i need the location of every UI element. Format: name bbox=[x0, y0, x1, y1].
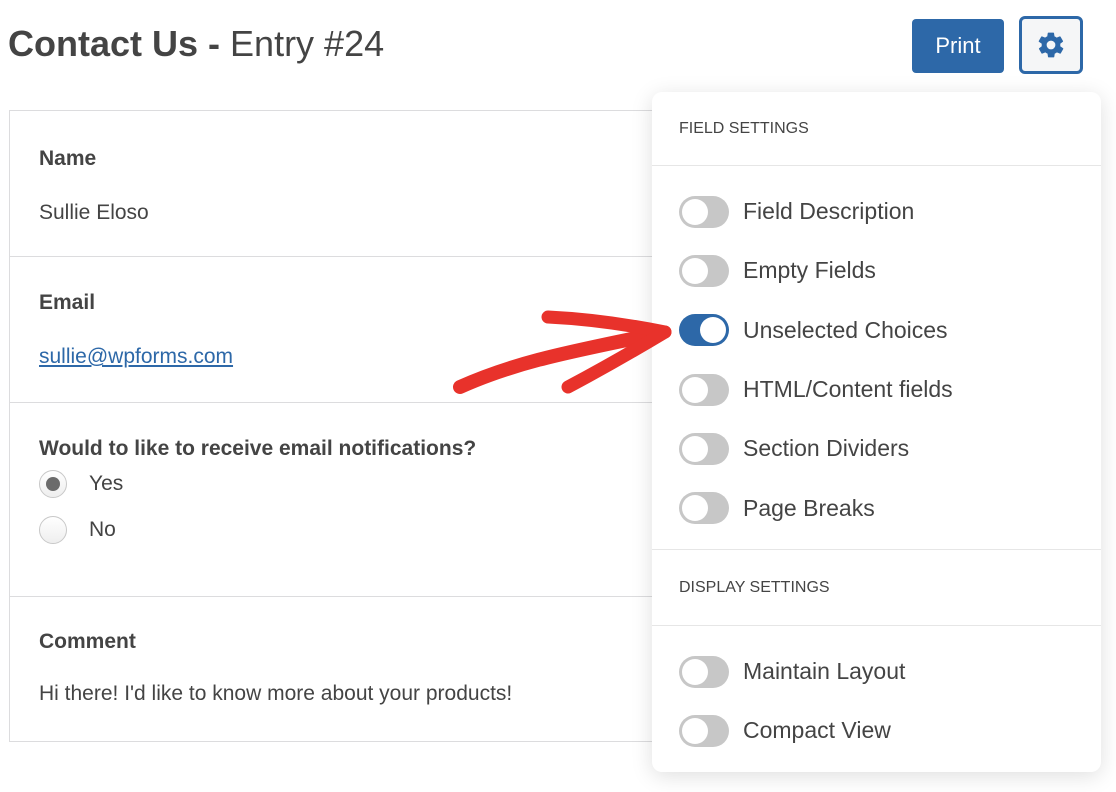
toggle-row-html-content-fields[interactable]: HTML/Content fields bbox=[652, 360, 1101, 419]
toggle-row-unselected-choices[interactable]: Unselected Choices bbox=[652, 301, 1101, 360]
field-settings-heading: FIELD SETTINGS bbox=[652, 92, 1101, 166]
toggle-switch[interactable] bbox=[679, 254, 729, 287]
page-title: Contact Us - Entry #24 bbox=[8, 22, 384, 66]
toggle-switch[interactable] bbox=[679, 432, 729, 465]
toggle-label: Compact View bbox=[743, 717, 891, 744]
display-settings-list: Maintain Layout Compact View bbox=[652, 626, 1101, 761]
toggle-switch[interactable] bbox=[679, 373, 729, 406]
field-email: Email sullie@wpforms.com bbox=[10, 257, 708, 403]
choice-label: Yes bbox=[89, 472, 124, 495]
field-name: Name Sullie Eloso bbox=[10, 111, 708, 257]
toggle-row-maintain-layout[interactable]: Maintain Layout bbox=[652, 642, 1101, 701]
field-value: Sullie Eloso bbox=[39, 201, 149, 224]
toggle-label: Field Description bbox=[743, 198, 915, 225]
toggle-switch[interactable] bbox=[679, 714, 729, 747]
field-comment: Comment Hi there! I'd like to know more … bbox=[10, 597, 708, 741]
toggle-label: Page Breaks bbox=[743, 494, 875, 521]
toggle-label: Maintain Layout bbox=[743, 658, 906, 685]
toggle-label: Empty Fields bbox=[743, 257, 876, 284]
toggle-row-page-breaks[interactable]: Page Breaks bbox=[652, 478, 1101, 537]
radio-unselected bbox=[39, 516, 67, 544]
title-separator: - bbox=[198, 23, 231, 64]
toggle-row-section-dividers[interactable]: Section Dividers bbox=[652, 419, 1101, 478]
choice-no: No bbox=[39, 507, 708, 553]
form-name: Contact Us bbox=[8, 23, 199, 64]
toggle-switch[interactable] bbox=[679, 314, 729, 347]
entry-label: Entry #24 bbox=[230, 23, 385, 64]
field-label: Email bbox=[39, 291, 96, 314]
toggle-switch[interactable] bbox=[679, 195, 729, 228]
choice-yes: Yes bbox=[39, 461, 708, 507]
print-button[interactable]: Print bbox=[912, 19, 1004, 73]
toggle-row-compact-view[interactable]: Compact View bbox=[652, 701, 1101, 760]
field-label: Comment bbox=[39, 630, 136, 653]
gear-icon bbox=[1038, 32, 1064, 58]
entry-card: Name Sullie Eloso Email sullie@wpforms.c… bbox=[9, 110, 709, 742]
toggle-switch[interactable] bbox=[679, 655, 729, 688]
radio-selected bbox=[39, 470, 67, 498]
field-email-notifications: Would to like to receive email notificat… bbox=[10, 403, 708, 597]
field-label: Name bbox=[39, 147, 97, 170]
field-label: Would to like to receive email notificat… bbox=[39, 437, 477, 460]
toggle-label: Unselected Choices bbox=[743, 316, 948, 343]
field-settings-list: Field Description Empty Fields Unselecte… bbox=[652, 166, 1101, 550]
toggle-label: HTML/Content fields bbox=[743, 376, 953, 403]
field-value: Hi there! I'd like to know more about yo… bbox=[39, 682, 513, 705]
display-settings-heading: DISPLAY SETTINGS bbox=[652, 550, 1101, 626]
toggle-label: Section Dividers bbox=[743, 435, 910, 462]
toggle-switch[interactable] bbox=[679, 492, 729, 525]
email-link[interactable]: sullie@wpforms.com bbox=[39, 345, 233, 368]
settings-button[interactable] bbox=[1019, 16, 1083, 74]
toggle-row-field-description[interactable]: Field Description bbox=[652, 182, 1101, 241]
settings-dropdown-panel: FIELD SETTINGS Field Description Empty F… bbox=[652, 92, 1101, 772]
toggle-row-empty-fields[interactable]: Empty Fields bbox=[652, 241, 1101, 300]
choice-label: No bbox=[89, 518, 116, 541]
